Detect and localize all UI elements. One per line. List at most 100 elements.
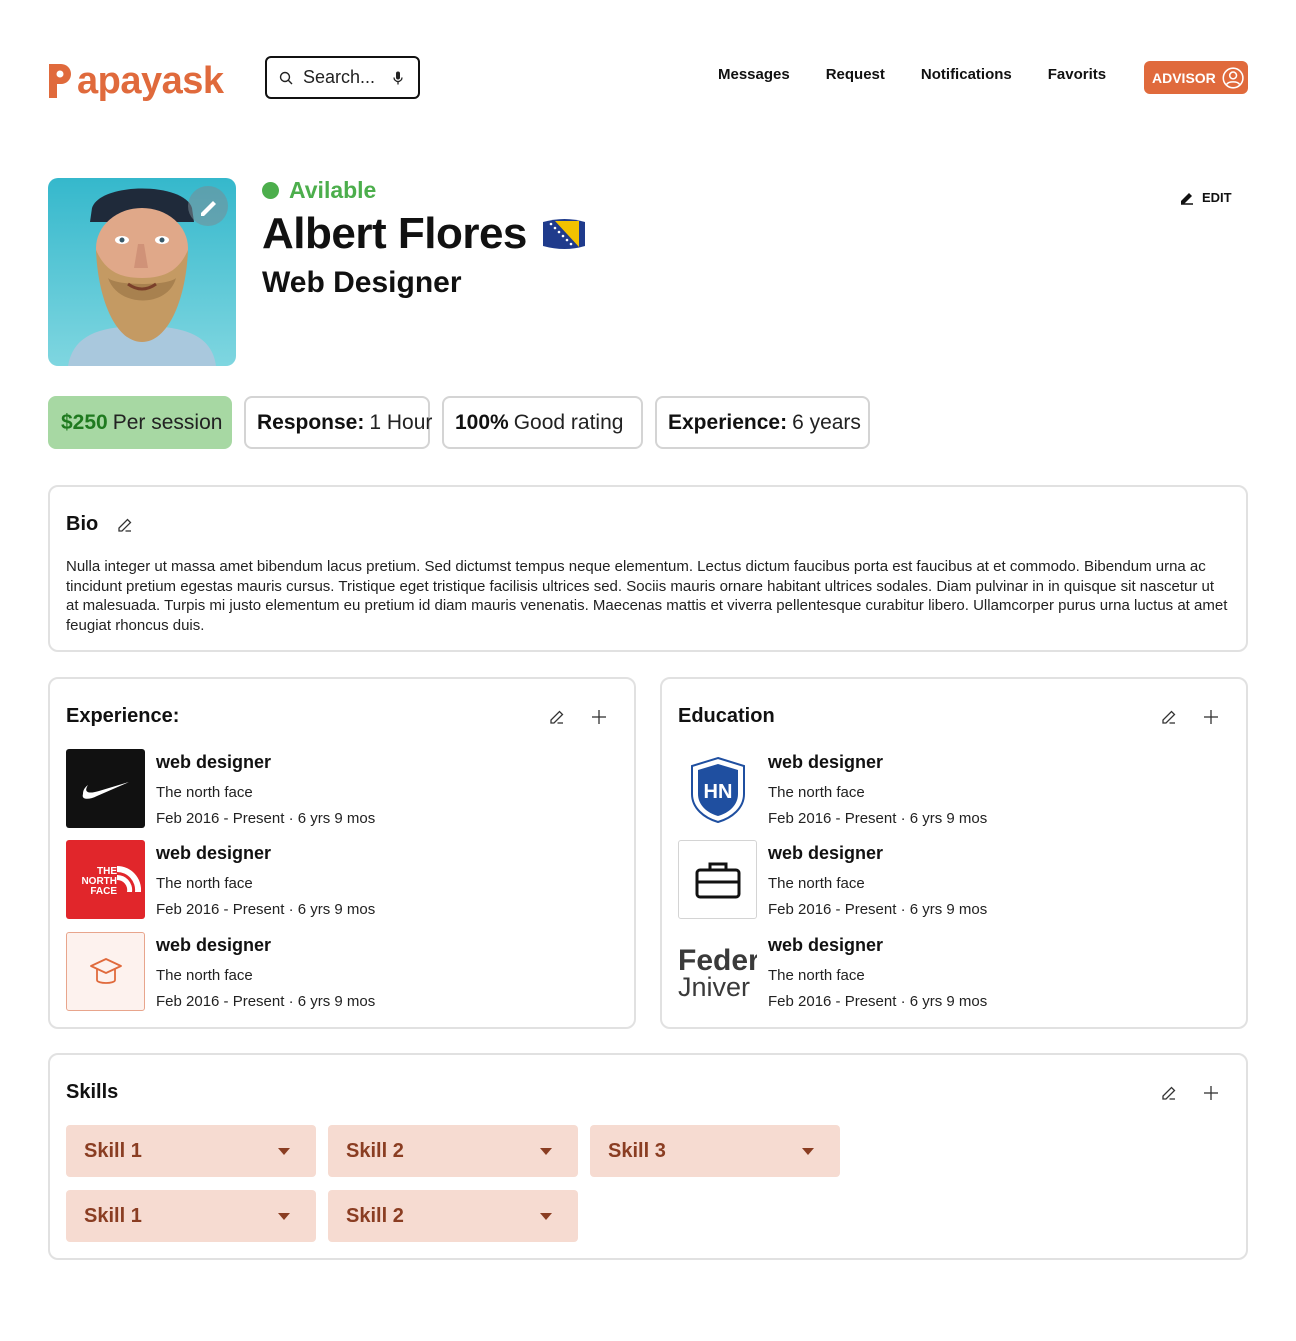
education-item[interactable]: HN web designer The north face Feb 2016 …: [678, 749, 1218, 829]
north-face-logo: THE NORTH FACE: [66, 840, 145, 919]
experience-item[interactable]: THE NORTH FACE web designer The north fa…: [66, 840, 606, 920]
caret-down-icon: [540, 1212, 552, 1220]
entry-date: Feb 2016 - Present · 6 yrs 9 mos: [768, 810, 988, 827]
pencil-outline-icon: [1162, 1086, 1176, 1100]
logo-p-mark: [49, 64, 71, 98]
entry-title: web designer: [768, 935, 884, 955]
rating-value: 100%: [455, 410, 509, 434]
status-text: Avilable: [289, 177, 377, 203]
nike-swoosh-icon: [82, 781, 129, 799]
rating-label: Good rating: [513, 410, 624, 434]
edit-label: EDIT: [1202, 190, 1232, 205]
entry-org: The north face: [768, 967, 865, 984]
experience-title: Experience:: [66, 705, 180, 727]
education-item[interactable]: web designer The north face Feb 2016 - P…: [678, 840, 1218, 920]
response-badge: Response: 1 Hour: [244, 396, 433, 449]
price-badge: $250 Per session: [48, 396, 232, 449]
university-seal: HN: [678, 749, 757, 828]
main-nav: Messages Request Notifications Favorits: [718, 66, 1106, 83]
bio-title: Bio: [66, 513, 99, 535]
skill-label: Skill 3: [608, 1139, 666, 1162]
education-item[interactable]: Feder Jniver web designer The north face…: [678, 932, 1218, 1012]
caret-down-icon: [802, 1147, 814, 1155]
skill-label: Skill 1: [84, 1204, 142, 1227]
skill-dropdown[interactable]: Skill 2: [328, 1125, 578, 1177]
pencil-outline-icon: [118, 518, 132, 532]
skill-dropdown[interactable]: Skill 1: [66, 1125, 316, 1177]
plus-icon: [1204, 710, 1218, 724]
entry-title: web designer: [768, 752, 884, 772]
experience-card: Experience: web designer The north face …: [48, 677, 636, 1029]
pencil-outline-icon: [550, 710, 564, 724]
experience-add-button[interactable]: [588, 706, 610, 728]
skills-title: Skills: [66, 1081, 119, 1103]
skills-card: Skills Skill 1 Skill 2 Skill 3 Skill 1 S…: [48, 1053, 1248, 1260]
entry-org: The north face: [768, 875, 865, 892]
skill-label: Skill 2: [346, 1139, 404, 1162]
skill-dropdown[interactable]: Skill 1: [66, 1190, 316, 1242]
experience-item[interactable]: web designer The north face Feb 2016 - P…: [66, 749, 606, 829]
papayask-logo[interactable]: apayask: [47, 52, 224, 100]
edit-profile-button[interactable]: EDIT: [1180, 190, 1232, 205]
pencil-outline-icon: [1162, 710, 1176, 724]
entry-org: The north face: [156, 967, 253, 984]
skill-dropdown[interactable]: Skill 2: [328, 1190, 578, 1242]
entry-org: The north face: [156, 784, 253, 801]
university-seal-icon: HN: [690, 756, 745, 823]
skill-label: Skill 1: [84, 1139, 142, 1162]
bosnia-flag-icon: [542, 219, 585, 249]
avatar-photo: [48, 178, 236, 366]
entry-date: Feb 2016 - Present · 6 yrs 9 mos: [156, 993, 376, 1010]
nav-favorits[interactable]: Favorits: [1048, 66, 1106, 83]
advisor-button[interactable]: ADVISOR: [1144, 61, 1248, 94]
caret-down-icon: [540, 1147, 552, 1155]
price-unit: Per session: [112, 410, 223, 434]
federal-university-wordmark: Feder Jniver: [678, 944, 757, 1002]
price-value: $250: [61, 410, 108, 434]
entry-date: Feb 2016 - Present · 6 yrs 9 mos: [156, 810, 376, 827]
response-value: 1 Hour: [369, 410, 433, 434]
entry-title: web designer: [156, 843, 272, 863]
experience-value: 6 years: [792, 410, 861, 434]
nike-logo: [66, 749, 145, 828]
entry-title: web designer: [156, 935, 272, 955]
skill-label: Skill 2: [346, 1204, 404, 1227]
north-face-line3: FACE: [90, 886, 117, 897]
logo-text: apayask: [77, 60, 224, 102]
profile-stats: $250 Per session Response: 1 Hour 100% Good…: [48, 396, 870, 449]
bio-edit-button[interactable]: [114, 514, 136, 536]
profile-role: Web Designer: [262, 266, 462, 299]
experience-edit-button[interactable]: [546, 706, 568, 728]
experience-badge: Experience: 6 years: [655, 396, 870, 449]
briefcase-tile: [678, 840, 757, 919]
status-dot: [262, 182, 279, 199]
entry-date: Feb 2016 - Present · 6 yrs 9 mos: [768, 901, 988, 918]
entry-title: web designer: [156, 752, 272, 772]
nav-messages[interactable]: Messages: [718, 66, 790, 83]
avatar[interactable]: [48, 178, 236, 366]
plus-icon: [592, 710, 606, 724]
nav-notifications[interactable]: Notifications: [921, 66, 1012, 83]
advisor-label: ADVISOR: [1152, 69, 1216, 86]
entry-date: Feb 2016 - Present · 6 yrs 9 mos: [156, 901, 376, 918]
profile-name: Albert Flores: [262, 209, 527, 258]
search-input[interactable]: [303, 67, 383, 88]
skills-add-button[interactable]: [1200, 1082, 1222, 1104]
north-face-mark: THE NORTH FACE: [81, 865, 141, 897]
search-box[interactable]: [265, 56, 420, 99]
briefcase-icon: [695, 862, 740, 898]
microphone-icon[interactable]: [393, 71, 403, 85]
education-edit-button[interactable]: [1158, 706, 1180, 728]
education-add-button[interactable]: [1200, 706, 1222, 728]
rating-badge: 100% Good rating: [442, 396, 643, 449]
skills-edit-button[interactable]: [1158, 1082, 1180, 1104]
bio-text: Nulla integer ut massa amet bibendum lac…: [66, 558, 1228, 634]
caret-down-icon: [278, 1212, 290, 1220]
entry-org: The north face: [768, 784, 865, 801]
skill-dropdown[interactable]: Skill 3: [590, 1125, 840, 1177]
bio-card: Bio Nulla integer ut massa amet bibendum…: [48, 485, 1248, 652]
federal-university-logo: Feder Jniver: [678, 932, 757, 1011]
experience-item[interactable]: web designer The north face Feb 2016 - P…: [66, 932, 606, 1012]
nav-request[interactable]: Request: [826, 66, 885, 83]
search-icon: [279, 71, 293, 84]
